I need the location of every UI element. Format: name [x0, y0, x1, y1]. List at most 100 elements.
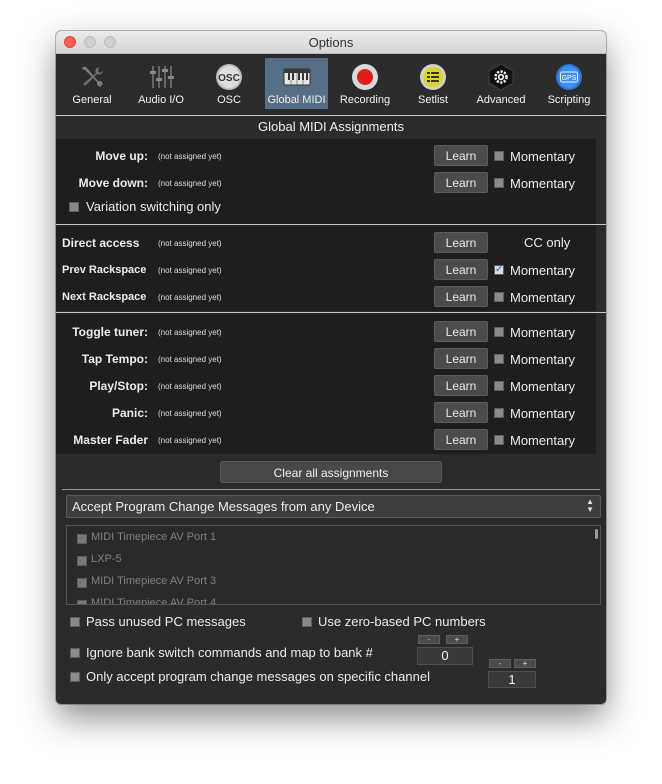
panic-momentary-checkbox[interactable] [494, 408, 504, 418]
options-window: Options General Audio I/O OSC OSC Global… [56, 31, 606, 704]
panic-learn-button[interactable]: Learn [434, 402, 488, 423]
play-stop-label: Play/Stop: [89, 379, 148, 393]
osc-icon: OSC [216, 64, 242, 90]
direct-access-learn-button[interactable]: Learn [434, 232, 488, 253]
device-list-scrollbar[interactable] [595, 529, 598, 539]
tab-advanced-label: Advanced [476, 94, 526, 106]
tab-setlist[interactable]: Setlist [408, 58, 458, 109]
variation-switching-label: Variation switching only [86, 199, 221, 214]
specific-channel-checkbox[interactable] [70, 672, 80, 682]
tap-tempo-learn-button[interactable]: Learn [434, 348, 488, 369]
device-checkbox[interactable]: ✓ [77, 534, 87, 544]
prev-rackspace-assignment: (not assigned yet) [158, 266, 222, 275]
panic-assignment: (not assigned yet) [158, 409, 222, 418]
options-toolbar: General Audio I/O OSC OSC Global MIDI Re… [56, 54, 606, 111]
device-checkbox[interactable]: ✓ [77, 578, 87, 588]
bank-number-field[interactable]: 0 [417, 647, 473, 665]
master-fader-label: Master Fader [73, 433, 148, 447]
play-stop-momentary-checkbox[interactable] [494, 381, 504, 391]
tab-audio-io[interactable]: Audio I/O [132, 58, 190, 109]
channel-decrement-button[interactable]: - [489, 659, 511, 668]
master-fader-assignment: (not assigned yet) [158, 436, 222, 445]
move-down-label: Move down: [78, 176, 148, 190]
tab-general[interactable]: General [66, 58, 118, 109]
ignore-bank-switch-checkbox[interactable] [70, 648, 80, 658]
pc-source-dropdown[interactable]: Accept Program Change Messages from any … [66, 495, 601, 518]
zero-based-pc-checkbox[interactable] [302, 617, 312, 627]
play-stop-assignment: (not assigned yet) [158, 382, 222, 391]
gps-icon: GPS [556, 64, 582, 90]
prev-rackspace-momentary-label: Momentary [510, 263, 576, 278]
tab-osc[interactable]: OSC OSC [204, 58, 254, 109]
cc-only-label: CC only [524, 235, 571, 250]
tab-scripting-label: Scripting [547, 94, 591, 106]
tab-scripting[interactable]: GPS Scripting [540, 58, 598, 109]
device-item[interactable]: ✓ MIDI Timepiece AV Port 1 [77, 531, 216, 544]
master-fader-learn-button[interactable]: Learn [434, 429, 488, 450]
tab-recording[interactable]: Recording [336, 58, 394, 109]
move-up-learn-button[interactable]: Learn [434, 145, 488, 166]
bank-decrement-button[interactable]: - [418, 635, 440, 644]
bank-increment-button[interactable]: + [446, 635, 468, 644]
tab-general-label: General [72, 94, 112, 106]
toggle-tuner-assignment: (not assigned yet) [158, 328, 222, 337]
ignore-bank-switch-label: Ignore bank switch commands and map to b… [86, 645, 373, 660]
tap-tempo-momentary-checkbox[interactable] [494, 354, 504, 364]
variation-switching-checkbox[interactable] [69, 202, 79, 212]
mixer-sliders-icon [150, 66, 174, 88]
tap-tempo-momentary-label: Momentary [510, 352, 576, 367]
transport-assignments-group: Toggle tuner: (not assigned yet) Learn M… [56, 314, 596, 454]
move-down-assignment: (not assigned yet) [158, 179, 222, 188]
dropdown-arrows-icon: ▲ ▼ [586, 497, 594, 514]
move-up-momentary-checkbox[interactable] [494, 151, 504, 161]
tools-icon [82, 67, 103, 87]
panic-label: Panic: [111, 406, 148, 420]
divider [62, 489, 600, 490]
toggle-tuner-momentary-checkbox[interactable] [494, 327, 504, 337]
divider [56, 312, 606, 313]
next-rackspace-learn-button[interactable]: Learn [434, 286, 488, 307]
next-rackspace-momentary-checkbox[interactable] [494, 292, 504, 302]
title-bar: Options [56, 31, 606, 54]
device-checkbox[interactable]: ✓ [77, 556, 87, 566]
channel-increment-button[interactable]: + [514, 659, 536, 668]
tab-global-midi-label: Global MIDI [267, 94, 326, 106]
clear-all-assignments-button[interactable]: Clear all assignments [220, 461, 442, 483]
toggle-tuner-learn-button[interactable]: Learn [434, 321, 488, 342]
prev-rackspace-momentary-checkbox[interactable]: ✓ [494, 265, 504, 275]
tab-audio-io-label: Audio I/O [138, 94, 184, 106]
pass-unused-pc-label: Pass unused PC messages [86, 614, 246, 629]
tab-global-midi[interactable]: Global MIDI [265, 58, 328, 109]
master-fader-momentary-label: Momentary [510, 433, 576, 448]
move-up-label: Move up: [95, 149, 148, 163]
device-item[interactable]: ✓ LXP-5 [77, 553, 122, 566]
move-down-momentary-checkbox[interactable] [494, 178, 504, 188]
pass-unused-pc-checkbox[interactable] [70, 617, 80, 627]
device-list[interactable]: ✓ MIDI Timepiece AV Port 1 ✓ LXP-5 ✓ MIDI T… [66, 525, 601, 605]
device-name: LXP-5 [91, 553, 122, 565]
device-item[interactable]: ✓ MIDI Timepiece AV Port 3 [77, 575, 216, 588]
tap-tempo-assignment: (not assigned yet) [158, 355, 222, 364]
move-down-learn-button[interactable]: Learn [434, 172, 488, 193]
tap-tempo-label: Tap Tempo: [81, 352, 148, 366]
next-rackspace-label: Next Rackspace [62, 291, 147, 303]
setlist-icon [420, 64, 446, 90]
window-title: Options [308, 35, 354, 50]
play-stop-learn-button[interactable]: Learn [434, 375, 488, 396]
tab-setlist-label: Setlist [418, 94, 448, 106]
channel-number-field[interactable]: 1 [488, 671, 536, 688]
prev-rackspace-learn-button[interactable]: Learn [434, 259, 488, 280]
rackspace-assignments-group: Direct access (not assigned yet) Learn C… [56, 226, 596, 311]
master-fader-momentary-checkbox[interactable] [494, 435, 504, 445]
device-item[interactable]: ✓ MIDI Timepiece AV Port 4 [77, 597, 216, 604]
move-up-assignment: (not assigned yet) [158, 152, 222, 161]
gps-icon-text: GPS [562, 75, 577, 82]
move-down-momentary-label: Momentary [510, 176, 576, 191]
osc-icon-text: OSC [218, 73, 240, 84]
tab-advanced[interactable]: Advanced [470, 58, 532, 109]
advanced-gear-icon [488, 63, 514, 91]
navigation-assignments-group: Move up: (not assigned yet) Learn Moment… [56, 139, 596, 224]
pc-source-selected: Accept Program Change Messages from any … [72, 499, 375, 514]
record-icon [352, 64, 378, 90]
device-checkbox[interactable]: ✓ [77, 600, 87, 604]
